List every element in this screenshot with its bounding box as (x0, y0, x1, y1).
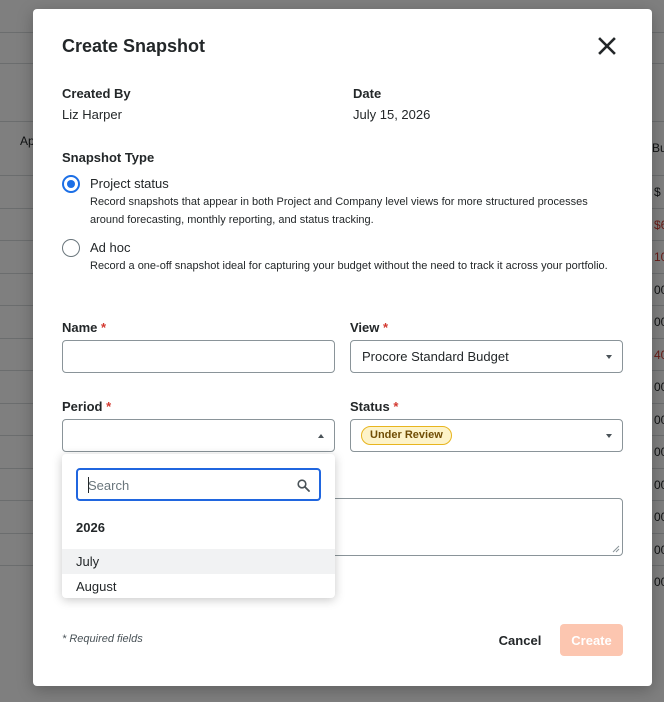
required-fields-note: * Required fields (62, 633, 143, 645)
chevron-up-icon (318, 434, 324, 438)
period-dropdown-menu: Search 2026 July August (62, 454, 335, 598)
period-search-input[interactable]: Search (76, 468, 321, 501)
cancel-button[interactable]: Cancel (491, 624, 549, 656)
radio-ad-hoc[interactable] (62, 239, 80, 257)
name-input[interactable] (62, 340, 335, 373)
period-group-label: 2026 (76, 520, 105, 535)
view-select-value: Procore Standard Budget (362, 349, 509, 364)
status-badge: Under Review (361, 426, 452, 445)
chevron-down-icon (606, 355, 612, 359)
period-label: Period * (62, 399, 112, 414)
create-button[interactable]: Create (560, 624, 623, 656)
close-icon[interactable] (597, 36, 617, 56)
period-option-july[interactable]: July (62, 549, 335, 574)
status-select[interactable]: Under Review (350, 419, 623, 452)
radio-project-status[interactable] (62, 175, 80, 193)
date-value: July 15, 2026 (353, 107, 431, 122)
chevron-down-icon (606, 434, 612, 438)
ad-hoc-description: Record a one-off snapshot ideal for capt… (90, 260, 608, 272)
date-label: Date (353, 86, 382, 101)
view-select[interactable]: Procore Standard Budget (350, 340, 623, 373)
name-label: Name * (62, 320, 107, 335)
search-icon (297, 479, 310, 492)
modal-title: Create Snapshot (62, 36, 206, 56)
view-label: View * (350, 320, 389, 335)
snapshot-type-label: Snapshot Type (62, 150, 155, 165)
status-label: Status * (350, 399, 399, 414)
project-status-description: Record snapshots that appear in both Pro… (90, 196, 588, 226)
create-snapshot-modal: Create Snapshot Created By Liz Harper Da… (33, 9, 652, 686)
text-cursor (88, 477, 89, 493)
ad-hoc-title: Ad hoc (90, 240, 131, 255)
search-placeholder: Search (88, 478, 130, 493)
created-by-label: Created By (62, 86, 131, 101)
resize-handle-icon[interactable] (612, 545, 620, 553)
project-status-title: Project status (90, 176, 169, 191)
period-select[interactable] (62, 419, 335, 452)
created-by-value: Liz Harper (62, 107, 122, 122)
period-option-august[interactable]: August (62, 574, 335, 599)
